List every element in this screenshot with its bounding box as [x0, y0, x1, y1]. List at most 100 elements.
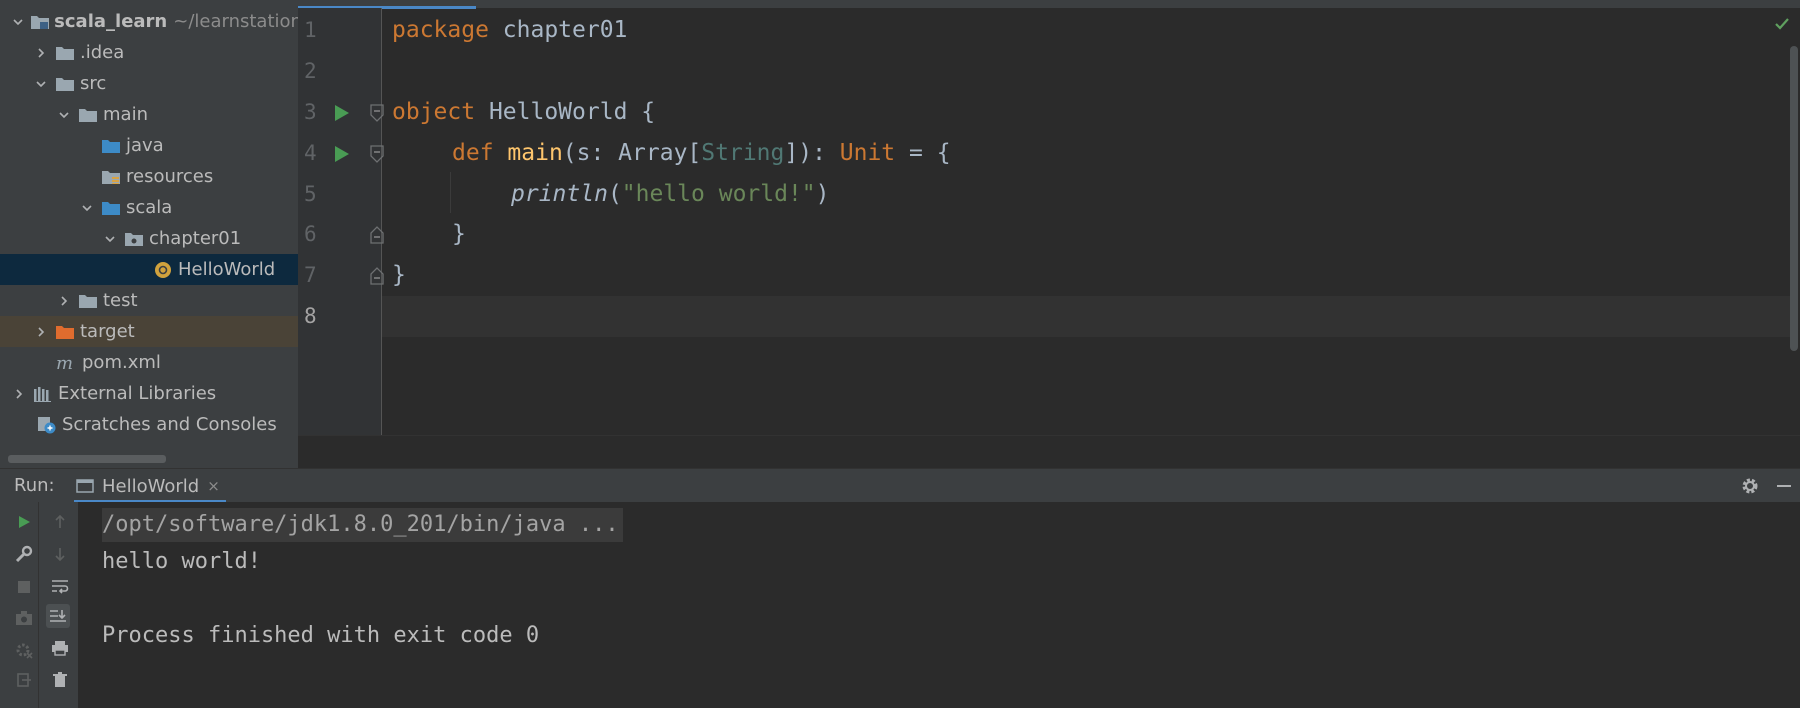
run-gutter-icon[interactable] [334, 92, 354, 133]
line-number: 4 [304, 141, 317, 165]
fold-end-icon[interactable] [369, 214, 387, 255]
libraries-icon [32, 385, 54, 403]
chevron-right-icon[interactable] [32, 323, 50, 341]
string-literal: "hello world!" [621, 181, 816, 207]
run-toolbar [0, 502, 78, 708]
chevron-down-icon[interactable] [101, 230, 119, 248]
chevron-down-icon[interactable] [55, 106, 73, 124]
console-output-line: hello world! [102, 549, 261, 574]
tree-item-java[interactable]: java [0, 130, 298, 161]
arrow-down-icon[interactable] [48, 542, 72, 566]
code-text: ( [607, 181, 622, 207]
tree-item-helloworld[interactable]: HelloWorld [0, 254, 298, 285]
indent-guide [450, 172, 451, 213]
tree-item-scala-learn[interactable]: scala_learn ~/learnstation/ [0, 6, 298, 37]
tree-item-label: Scratches and Consoles [62, 414, 277, 435]
close-icon[interactable]: × [207, 477, 220, 495]
run-gutter-icon[interactable] [334, 133, 354, 174]
code-text: ) [815, 181, 830, 207]
toolbar-separator [38, 502, 39, 708]
keyword: object [392, 99, 476, 125]
tree-item-label: src [80, 73, 107, 94]
exit-icon[interactable] [12, 668, 36, 692]
source-folder-icon [100, 137, 122, 155]
wrench-icon[interactable] [12, 542, 36, 566]
tree-item-label: resources [126, 166, 214, 187]
code-line-5[interactable]: println("hello world!") [511, 174, 830, 215]
code-text: = { [895, 140, 951, 166]
chevron-down-icon[interactable] [10, 13, 26, 31]
package-icon [123, 230, 145, 248]
tree-item-src[interactable]: src [0, 68, 298, 99]
tree-item-idea[interactable]: .idea [0, 37, 298, 68]
resources-folder-icon [100, 168, 122, 186]
folder-icon [54, 44, 76, 62]
code-line-7[interactable]: } [392, 255, 406, 296]
code-editor[interactable]: 1 2 3 4 5 6 7 8 package chapter01 object… [298, 0, 1800, 469]
editor-vertical-scrollbar[interactable] [1790, 46, 1798, 351]
minimize-icon[interactable] [1774, 476, 1794, 496]
chevron-right-icon[interactable] [10, 385, 28, 403]
inspection-ok-icon[interactable] [1772, 14, 1792, 34]
excluded-folder-icon [54, 323, 76, 341]
tree-item-label: main [103, 104, 148, 125]
run-console[interactable]: /opt/software/jdk1.8.0_201/bin/java ... … [78, 502, 1800, 708]
chevron-right-icon[interactable] [55, 292, 73, 310]
tree-item-pom-xml[interactable]: m pom.xml [0, 347, 298, 378]
console-command-line[interactable]: /opt/software/jdk1.8.0_201/bin/java ... [102, 508, 623, 542]
trash-icon[interactable] [48, 668, 72, 692]
scroll-to-end-icon[interactable] [46, 604, 70, 628]
console-icon [76, 478, 96, 494]
scratches-icon [36, 416, 58, 434]
code-line-1[interactable]: package chapter01 [392, 10, 627, 51]
line-number: 8 [304, 304, 317, 328]
tree-item-main[interactable]: main [0, 99, 298, 130]
project-horizontal-scrollbar[interactable] [8, 455, 166, 463]
fold-collapse-icon[interactable] [369, 133, 387, 174]
fold-collapse-icon[interactable] [369, 92, 387, 133]
tree-item-label: pom.xml [82, 352, 161, 373]
folder-icon [54, 75, 76, 93]
folder-icon [77, 292, 99, 310]
tree-item-label: target [80, 321, 135, 342]
tree-item-test[interactable]: test [0, 285, 298, 316]
run-tab-helloworld[interactable]: HelloWorld × [74, 469, 226, 503]
tree-item-scala[interactable]: scala [0, 192, 298, 223]
svg-text:m: m [56, 354, 73, 372]
code-text: (s: Array[ [562, 140, 702, 166]
code-line-6[interactable]: } [452, 214, 466, 255]
rerun-icon[interactable] [12, 510, 36, 534]
tree-item-label: test [103, 290, 138, 311]
tree-item-label: HelloWorld [178, 259, 276, 280]
chevron-down-icon[interactable] [78, 199, 96, 217]
identifier: chapter01 [488, 17, 628, 43]
gear-icon[interactable] [1740, 476, 1760, 496]
tree-item-chapter01[interactable]: chapter01 [0, 223, 298, 254]
print-icon[interactable] [48, 636, 72, 660]
arrow-up-icon[interactable] [48, 510, 72, 534]
maven-icon: m [56, 354, 78, 372]
current-line-highlight [382, 296, 1792, 337]
tree-item-target[interactable]: target [0, 316, 298, 347]
folder-icon [77, 106, 99, 124]
chevron-right-icon[interactable] [32, 44, 50, 62]
line-number: 6 [304, 222, 317, 246]
project-path: ~/learnstation/ [173, 11, 298, 32]
tree-item-resources[interactable]: resources [0, 161, 298, 192]
fold-end-icon[interactable] [369, 255, 387, 296]
tree-item-label: External Libraries [58, 383, 217, 404]
soft-wrap-icon[interactable] [48, 574, 72, 598]
identifier: HelloWorld { [475, 99, 656, 125]
code-text: ]): [784, 140, 840, 166]
run-tool-window-header: Run: HelloWorld × [0, 468, 1800, 503]
tree-item-scratches[interactable]: Scratches and Consoles [0, 409, 298, 440]
gear-cross-icon[interactable] [12, 638, 36, 662]
stop-icon[interactable] [12, 575, 36, 599]
code-line-4[interactable]: def main(s: Array[String]): Unit = { [452, 133, 951, 174]
code-line-3[interactable]: object HelloWorld { [392, 92, 655, 133]
tree-item-external-libraries[interactable]: External Libraries [0, 378, 298, 409]
camera-icon[interactable] [12, 606, 36, 630]
chevron-down-icon[interactable] [32, 75, 50, 93]
keyword: package [392, 17, 489, 43]
tree-item-label: chapter01 [149, 228, 242, 249]
